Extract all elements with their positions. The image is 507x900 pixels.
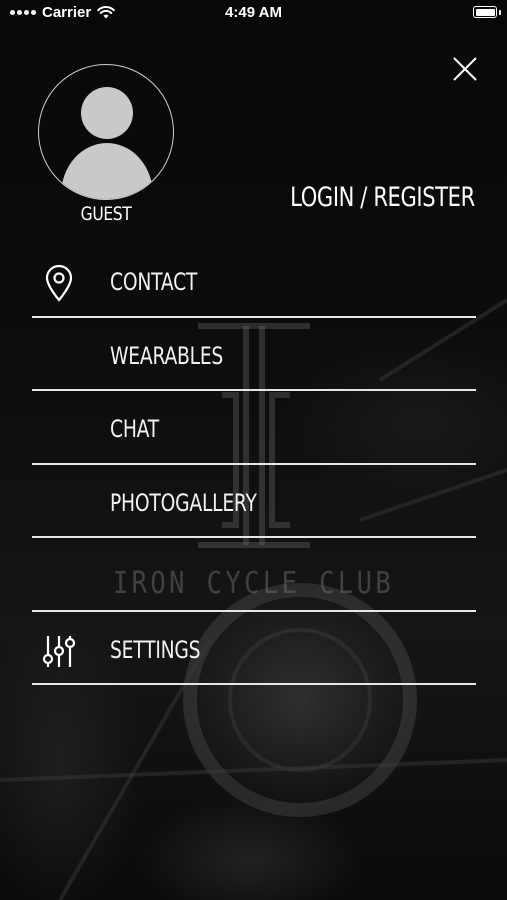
- status-bar: Carrier 4:49 AM: [0, 0, 507, 26]
- sliders-icon: [42, 635, 76, 667]
- close-icon: [453, 57, 477, 81]
- status-time: 4:49 AM: [225, 4, 282, 21]
- battery-icon: [473, 6, 497, 18]
- user-name: GUEST: [80, 203, 132, 225]
- user-avatar-icon: [61, 87, 153, 199]
- menu-item-photogallery[interactable]: PHOTOGALLERY: [32, 465, 476, 538]
- close-button[interactable]: [452, 56, 478, 82]
- menu-item-label: CHAT: [110, 415, 160, 443]
- side-menu-screen: IRON CYCLE CLUB Carrier 4:49 AM GUEST LO…: [0, 0, 507, 900]
- menu-item-wearables[interactable]: WEARABLES: [32, 318, 476, 391]
- menu-item-label: PHOTOGALLERY: [110, 488, 257, 517]
- location-pin-icon: [45, 264, 73, 302]
- menu-item-settings[interactable]: SETTINGS: [32, 612, 476, 685]
- menu-item-empty[interactable]: [32, 538, 476, 612]
- menu-item-label: CONTACT: [110, 268, 198, 296]
- avatar[interactable]: [38, 64, 174, 200]
- menu-item-chat[interactable]: CHAT: [32, 391, 476, 465]
- battery-cap: [499, 10, 501, 15]
- menu-item-label: WEARABLES: [110, 341, 224, 370]
- side-menu: CONTACT WEARABLES CHAT PHOTOGALLERY SETT…: [32, 244, 476, 685]
- menu-item-label: SETTINGS: [110, 635, 201, 664]
- menu-item-contact[interactable]: CONTACT: [32, 244, 476, 318]
- battery-fill: [475, 8, 495, 16]
- login-register-link[interactable]: LOGIN / REGISTER: [290, 182, 475, 213]
